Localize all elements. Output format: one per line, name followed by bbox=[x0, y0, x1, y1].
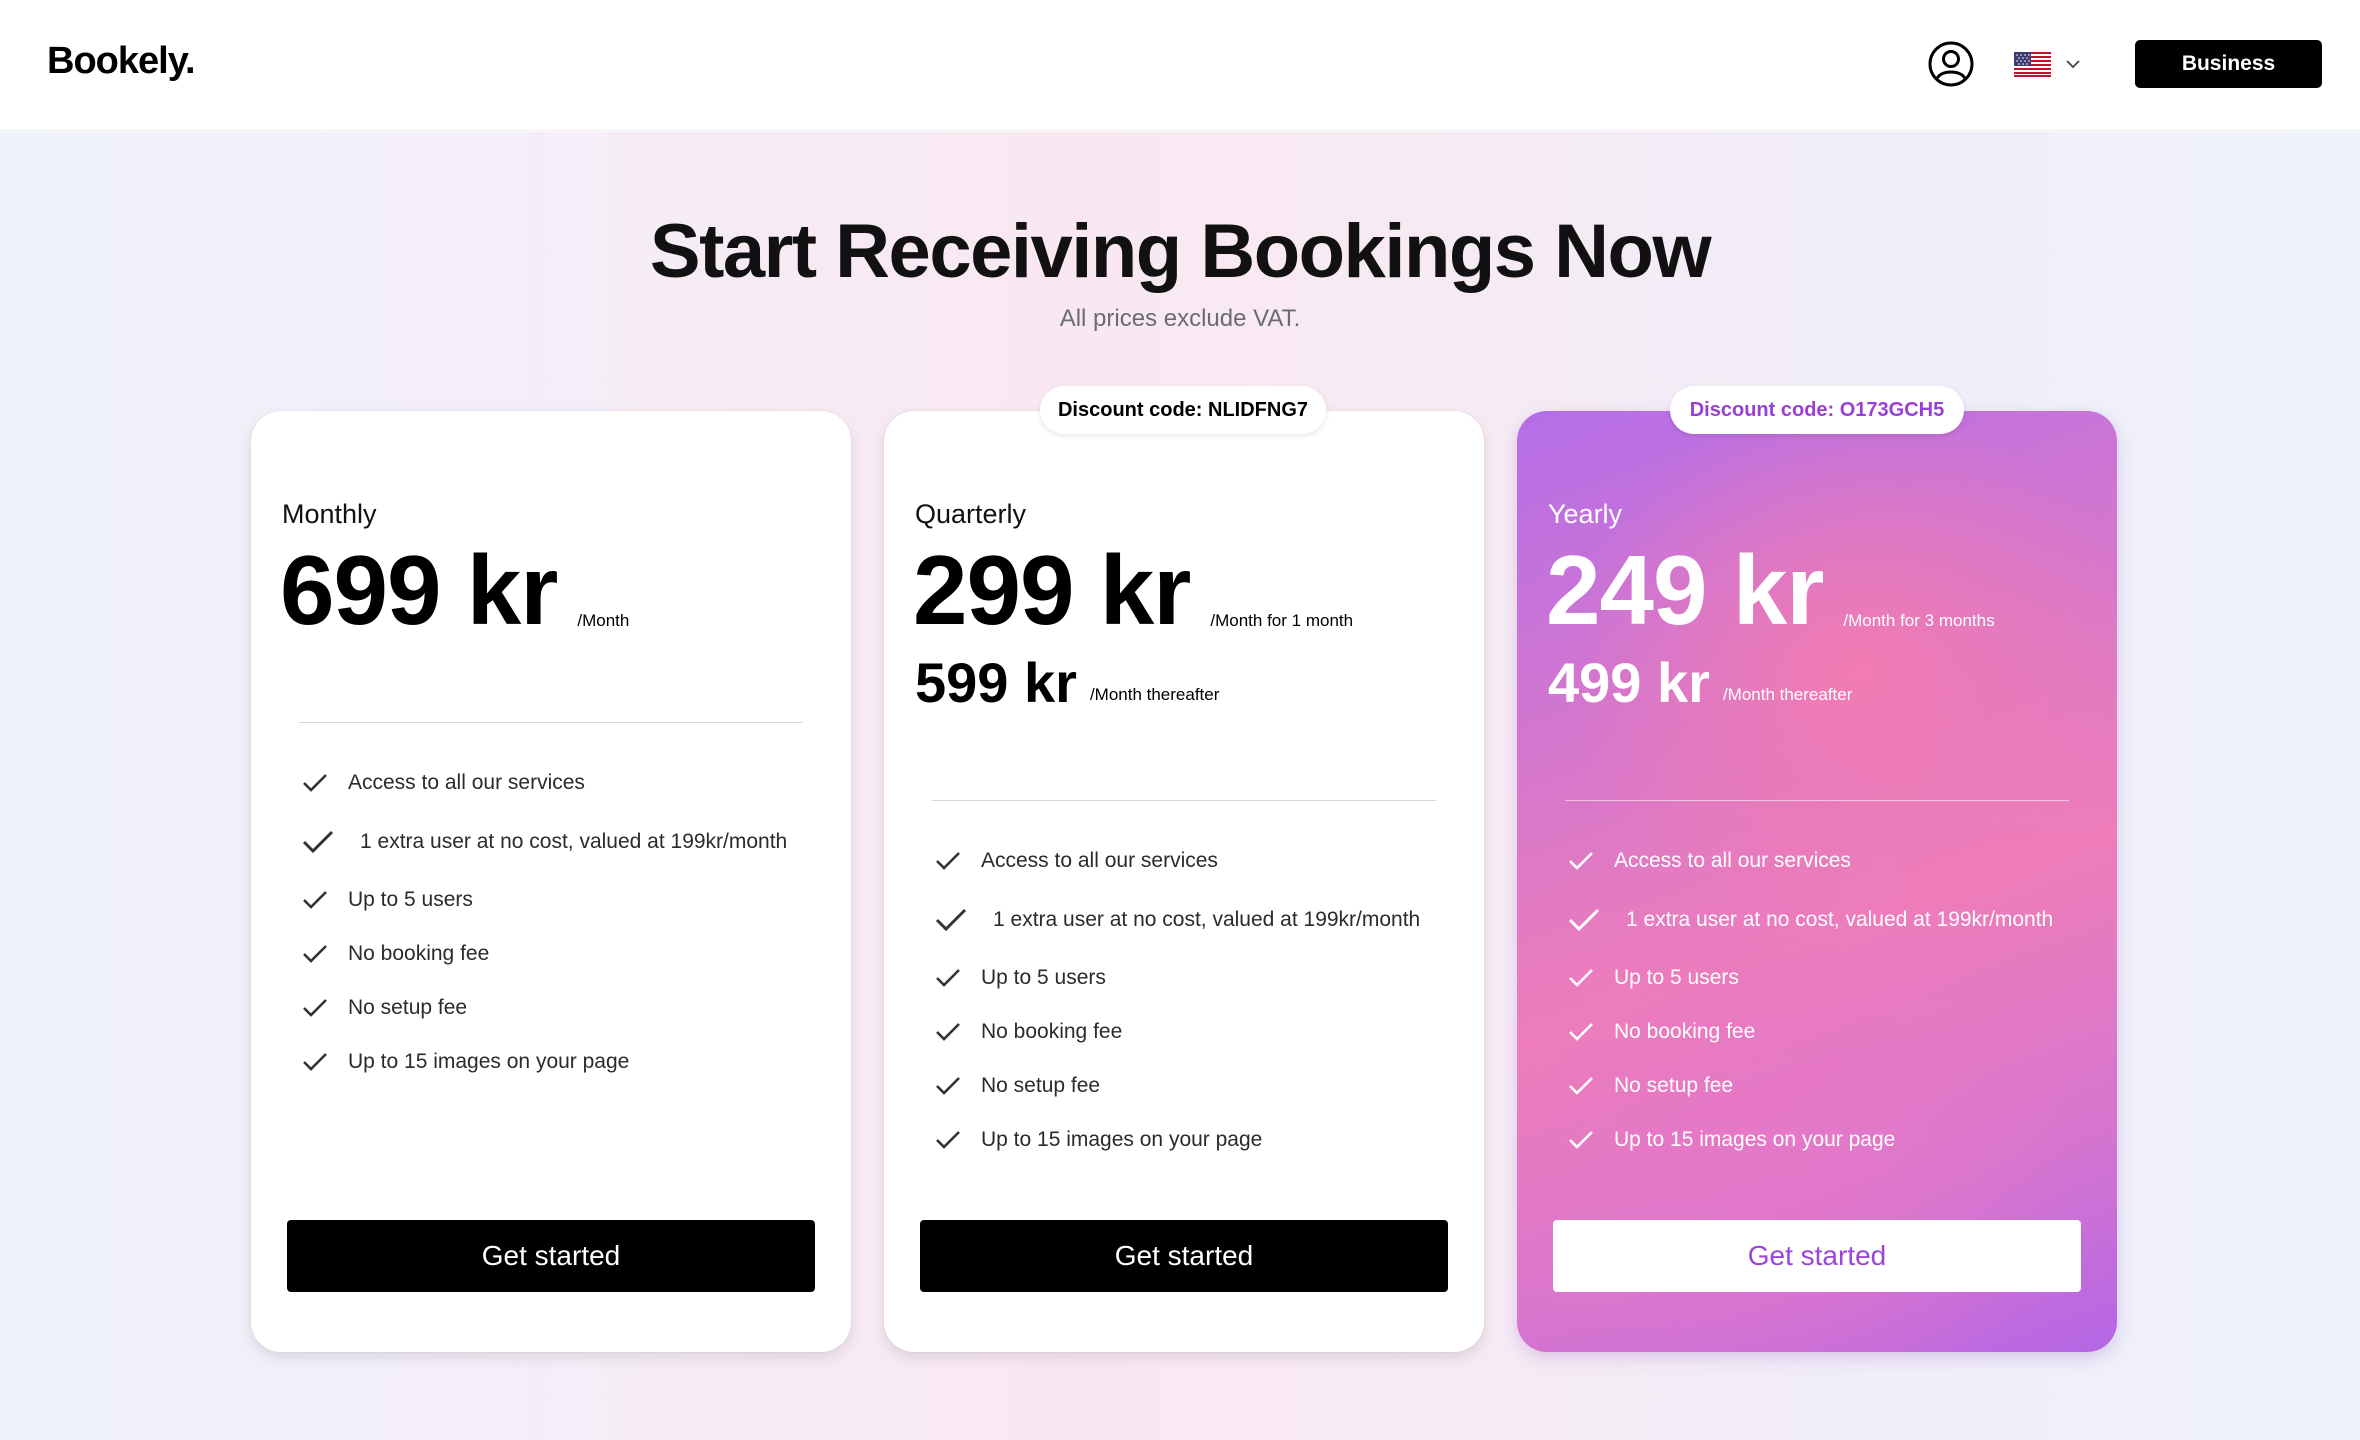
feature-text: No booking fee bbox=[348, 942, 490, 965]
feature-item: No setup fee bbox=[1568, 1059, 2053, 1113]
plan-card-monthly: Monthly 699 kr /Month Access to all our … bbox=[251, 411, 851, 1352]
feature-item: Access to all our services bbox=[1568, 834, 2053, 888]
plan-price-after-note: /Month thereafter bbox=[1089, 685, 1220, 704]
feature-list: Access to all our services 1 extra user … bbox=[1568, 834, 2053, 1167]
checkmark-icon bbox=[1569, 1077, 1593, 1095]
feature-item: Up to 15 images on your page bbox=[935, 1113, 1420, 1167]
plan-price: 299 kr bbox=[913, 535, 1191, 645]
checkmark-icon bbox=[303, 945, 327, 963]
feature-list: Access to all our services 1 extra user … bbox=[302, 756, 787, 1089]
us-flag-icon bbox=[2014, 51, 2051, 77]
feature-item: 1 extra user at no cost, valued at 199kr… bbox=[935, 888, 1420, 951]
get-started-button[interactable]: Get started bbox=[920, 1220, 1448, 1292]
feature-text: Up to 15 images on your page bbox=[348, 1050, 630, 1073]
checkmark-icon bbox=[303, 891, 327, 909]
page-title: Start Receiving Bookings Now bbox=[649, 209, 1712, 294]
feature-text: No booking fee bbox=[1614, 1020, 1756, 1043]
chevron-down-icon bbox=[2066, 60, 2080, 69]
checkmark-icon bbox=[1569, 852, 1593, 870]
checkmark-icon bbox=[1568, 908, 1600, 931]
plan-price: 699 kr bbox=[280, 535, 558, 645]
feature-item: Access to all our services bbox=[935, 834, 1420, 888]
feature-item: No setup fee bbox=[935, 1059, 1420, 1113]
feature-text: Access to all our services bbox=[1614, 849, 1851, 872]
bookely-logo[interactable]: Bookely. bbox=[47, 40, 196, 83]
divider bbox=[932, 800, 1436, 801]
price-after-row: 499 kr /Month thereafter bbox=[1548, 655, 1852, 711]
feature-text: Up to 15 images on your page bbox=[1614, 1128, 1896, 1151]
feature-item: No booking fee bbox=[1568, 1005, 2053, 1059]
price-after-row: 599 kr /Month thereafter bbox=[915, 655, 1219, 711]
checkmark-icon bbox=[936, 1023, 960, 1041]
feature-text: Up to 5 users bbox=[981, 966, 1106, 989]
checkmark-icon bbox=[303, 774, 327, 792]
checkmark-icon bbox=[936, 1077, 960, 1095]
checkmark-icon bbox=[1569, 969, 1593, 987]
feature-text: 1 extra user at no cost, valued at 199kr… bbox=[1626, 907, 2054, 931]
user-circle-icon[interactable] bbox=[1928, 41, 1974, 87]
plan-price-note: /Month for 1 month bbox=[1210, 611, 1354, 630]
feature-item: 1 extra user at no cost, valued at 199kr… bbox=[302, 810, 787, 873]
feature-text: 1 extra user at no cost, valued at 199kr… bbox=[360, 829, 788, 853]
feature-text: Up to 15 images on your page bbox=[981, 1128, 1263, 1151]
checkmark-icon bbox=[1569, 1023, 1593, 1041]
checkmark-icon bbox=[935, 908, 967, 931]
business-button[interactable]: Business bbox=[2135, 40, 2322, 88]
feature-item: No setup fee bbox=[302, 981, 787, 1035]
feature-item: Access to all our services bbox=[302, 756, 787, 810]
divider bbox=[1565, 800, 2069, 801]
plan-name: Monthly bbox=[282, 499, 377, 529]
checkmark-icon bbox=[303, 999, 327, 1017]
language-selector[interactable] bbox=[2014, 50, 2086, 78]
discount-code-badge: Discount code: NLIDFNG7 bbox=[1040, 386, 1326, 434]
get-started-button[interactable]: Get started bbox=[287, 1220, 815, 1292]
checkmark-icon bbox=[936, 852, 960, 870]
feature-item: Up to 5 users bbox=[302, 873, 787, 927]
checkmark-icon bbox=[936, 1131, 960, 1149]
plan-name: Yearly bbox=[1548, 499, 1623, 529]
plan-card-quarterly: Discount code: NLIDFNG7 Quarterly 299 kr… bbox=[884, 386, 1484, 1352]
page-subtitle: All prices exclude VAT. bbox=[1059, 305, 1301, 332]
feature-item: No booking fee bbox=[935, 1005, 1420, 1059]
feature-item: No booking fee bbox=[302, 927, 787, 981]
feature-text: 1 extra user at no cost, valued at 199kr… bbox=[993, 907, 1421, 931]
plan-price-after-note: /Month thereafter bbox=[1722, 685, 1853, 704]
plan-price-note: /Month for 3 months bbox=[1843, 611, 1995, 630]
checkmark-icon bbox=[1569, 1131, 1593, 1149]
plan-price-note: /Month bbox=[577, 611, 630, 630]
checkmark-icon bbox=[936, 969, 960, 987]
feature-text: No setup fee bbox=[1614, 1074, 1734, 1097]
feature-text: No setup fee bbox=[348, 996, 468, 1019]
plan-card-yearly: Discount code: O173GCH5 Yearly 249 kr /M… bbox=[1517, 386, 2117, 1352]
feature-text: Access to all our services bbox=[981, 849, 1218, 872]
price-row: 249 kr /Month for 3 months bbox=[1546, 541, 1995, 639]
feature-item: 1 extra user at no cost, valued at 199kr… bbox=[1568, 888, 2053, 951]
feature-text: Up to 5 users bbox=[1614, 966, 1739, 989]
feature-item: Up to 5 users bbox=[935, 951, 1420, 1005]
discount-code-badge: Discount code: O173GCH5 bbox=[1670, 386, 1964, 434]
feature-list: Access to all our services 1 extra user … bbox=[935, 834, 1420, 1167]
checkmark-icon bbox=[302, 830, 334, 853]
top-navbar: Bookely. Business bbox=[0, 0, 2360, 131]
price-row: 699 kr /Month bbox=[280, 541, 629, 639]
feature-text: No setup fee bbox=[981, 1074, 1101, 1097]
price-row: 299 kr /Month for 1 month bbox=[913, 541, 1353, 639]
feature-text: Up to 5 users bbox=[348, 888, 473, 911]
get-started-button[interactable]: Get started bbox=[1553, 1220, 2081, 1292]
divider bbox=[299, 722, 803, 723]
feature-item: Up to 15 images on your page bbox=[302, 1035, 787, 1089]
plan-price-after: 499 kr bbox=[1548, 651, 1710, 714]
feature-text: Access to all our services bbox=[348, 771, 585, 794]
feature-text: No booking fee bbox=[981, 1020, 1123, 1043]
feature-item: Up to 15 images on your page bbox=[1568, 1113, 2053, 1167]
feature-item: Up to 5 users bbox=[1568, 951, 2053, 1005]
plan-price: 249 kr bbox=[1546, 535, 1824, 645]
plan-name: Quarterly bbox=[915, 499, 1027, 529]
plan-price-after: 599 kr bbox=[915, 651, 1077, 714]
checkmark-icon bbox=[303, 1053, 327, 1071]
